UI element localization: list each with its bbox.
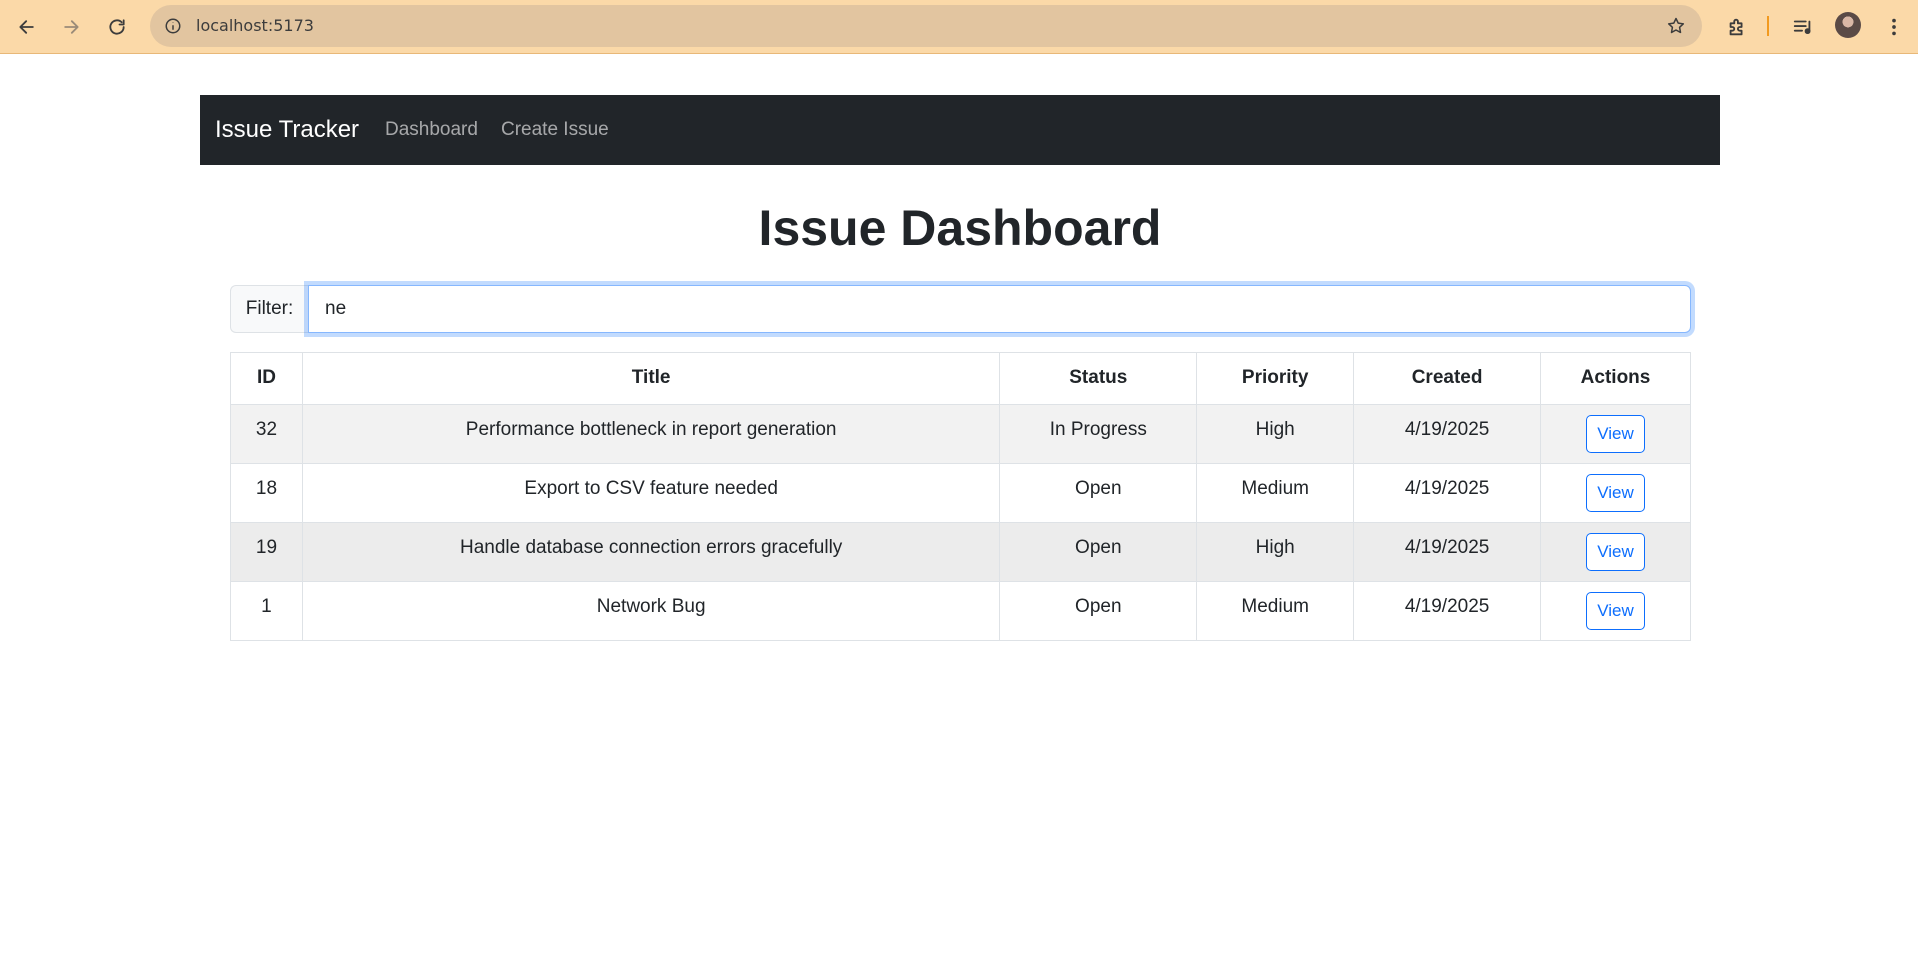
cell-actions: View bbox=[1540, 463, 1691, 523]
app-navbar: Issue Tracker Dashboard Create Issue bbox=[200, 95, 1720, 165]
view-button[interactable]: View bbox=[1586, 592, 1646, 630]
cell-title: Export to CSV feature needed bbox=[301, 463, 1001, 523]
reload-icon bbox=[109, 19, 125, 35]
forward-button[interactable] bbox=[54, 10, 88, 44]
table-row: 32 Performance bottleneck in report gene… bbox=[230, 404, 1691, 464]
cell-actions: View bbox=[1540, 581, 1691, 641]
cell-priority: Medium bbox=[1196, 463, 1355, 523]
header-actions: Actions bbox=[1540, 352, 1691, 405]
cell-created: 4/19/2025 bbox=[1353, 522, 1542, 582]
extensions-icon[interactable] bbox=[1722, 12, 1752, 42]
profile-avatar[interactable] bbox=[1835, 12, 1861, 38]
filter-label: Filter: bbox=[230, 285, 308, 333]
toolbar-divider bbox=[1767, 16, 1769, 36]
cell-title: Network Bug bbox=[301, 581, 1001, 641]
view-button[interactable]: View bbox=[1586, 474, 1646, 512]
reload-button[interactable] bbox=[100, 10, 134, 44]
cell-actions: View bbox=[1540, 404, 1691, 464]
cell-priority: High bbox=[1196, 404, 1355, 464]
bookmark-star-icon[interactable] bbox=[1664, 14, 1688, 38]
cell-id: 18 bbox=[230, 463, 303, 523]
header-created: Created bbox=[1353, 352, 1542, 405]
cell-created: 4/19/2025 bbox=[1353, 463, 1542, 523]
cell-actions: View bbox=[1540, 522, 1691, 582]
cell-title: Performance bottleneck in report generat… bbox=[301, 404, 1001, 464]
table-row: 18 Export to CSV feature needed Open Med… bbox=[230, 463, 1691, 523]
issues-table: ID Title Status Priority Created Actions… bbox=[230, 352, 1691, 641]
cell-status: Open bbox=[999, 463, 1198, 523]
site-info-icon[interactable] bbox=[160, 13, 186, 39]
header-status: Status bbox=[999, 352, 1198, 405]
cell-priority: High bbox=[1196, 522, 1355, 582]
cell-title: Handle database connection errors gracef… bbox=[301, 522, 1001, 582]
address-bar[interactable]: localhost:5173 bbox=[150, 5, 1702, 47]
cell-created: 4/19/2025 bbox=[1353, 581, 1542, 641]
nav-link-create-issue[interactable]: Create Issue bbox=[501, 95, 609, 165]
view-button[interactable]: View bbox=[1586, 533, 1646, 571]
table-header-row: ID Title Status Priority Created Actions bbox=[230, 352, 1691, 405]
table-row: 19 Handle database connection errors gra… bbox=[230, 522, 1691, 582]
nav-link-dashboard[interactable]: Dashboard bbox=[385, 95, 478, 165]
media-queue-icon[interactable] bbox=[1788, 12, 1818, 42]
arrow-right-icon bbox=[64, 20, 79, 34]
view-button[interactable]: View bbox=[1586, 415, 1646, 453]
kebab-menu-icon[interactable] bbox=[1879, 12, 1909, 42]
brand-link[interactable]: Issue Tracker bbox=[215, 95, 359, 165]
arrow-left-icon bbox=[19, 20, 34, 34]
cell-priority: Medium bbox=[1196, 581, 1355, 641]
cell-created: 4/19/2025 bbox=[1353, 404, 1542, 464]
cell-status: Open bbox=[999, 522, 1198, 582]
cell-id: 19 bbox=[230, 522, 303, 582]
page-title: Issue Dashboard bbox=[758, 200, 1162, 256]
header-title: Title bbox=[301, 352, 1001, 405]
filter-group: Filter: bbox=[230, 285, 1691, 333]
header-priority: Priority bbox=[1196, 352, 1355, 405]
header-id: ID bbox=[230, 352, 303, 405]
cell-status: In Progress bbox=[999, 404, 1198, 464]
cell-id: 1 bbox=[230, 581, 303, 641]
table-row: 1 Network Bug Open Medium 4/19/2025 View bbox=[230, 581, 1691, 641]
cell-id: 32 bbox=[230, 404, 303, 464]
browser-toolbar: localhost:5173 bbox=[0, 0, 1918, 54]
filter-input[interactable] bbox=[308, 285, 1691, 333]
url-text: localhost:5173 bbox=[196, 16, 314, 35]
back-button[interactable] bbox=[10, 10, 44, 44]
cell-status: Open bbox=[999, 581, 1198, 641]
